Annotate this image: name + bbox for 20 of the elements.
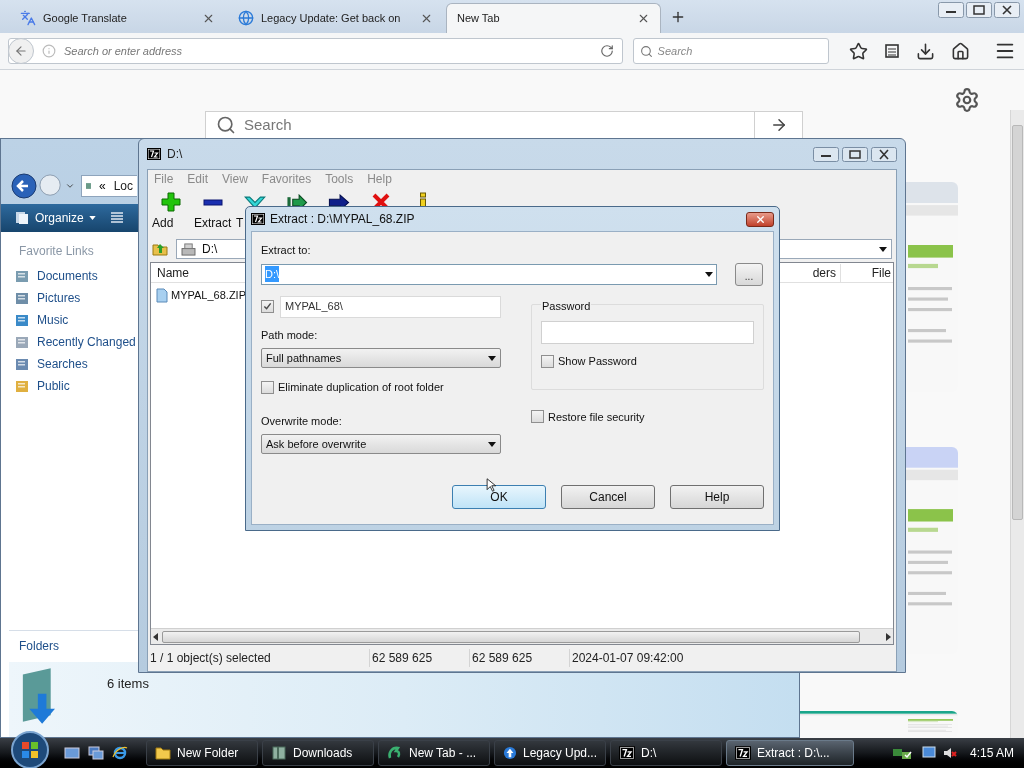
tab-title: Google Translate bbox=[43, 10, 128, 26]
address-chevron: « bbox=[98, 178, 106, 195]
status-text: 2024-01-07 09:42:00 bbox=[571, 650, 685, 667]
tab-title: Legacy Update: Get back on bbox=[261, 10, 402, 26]
status-text: 62 589 625 bbox=[370, 649, 470, 667]
field-label: Path mode: bbox=[261, 327, 319, 343]
search-placeholder: Search bbox=[657, 43, 693, 59]
dialog-title: Extract : D:\MYPAL_68.ZIP bbox=[270, 211, 415, 228]
window-title: D:\ bbox=[167, 146, 183, 163]
section-heading: Favorite Links bbox=[18, 243, 95, 260]
field-label: Extract to: bbox=[261, 243, 312, 258]
tab-title: New Tab bbox=[457, 11, 501, 27]
page-search-placeholder: Search bbox=[244, 114, 293, 135]
status-text: 62 589 625 bbox=[470, 649, 570, 667]
extract-path: D:\ bbox=[265, 265, 280, 283]
address-placeholder: Search or enter address bbox=[64, 43, 183, 59]
item-count: 6 items bbox=[107, 675, 149, 693]
address-text: Loc bbox=[113, 178, 133, 195]
status-text: 1 / 1 object(s) selected bbox=[148, 649, 370, 667]
field-label: Overwrite mode: bbox=[261, 413, 343, 429]
